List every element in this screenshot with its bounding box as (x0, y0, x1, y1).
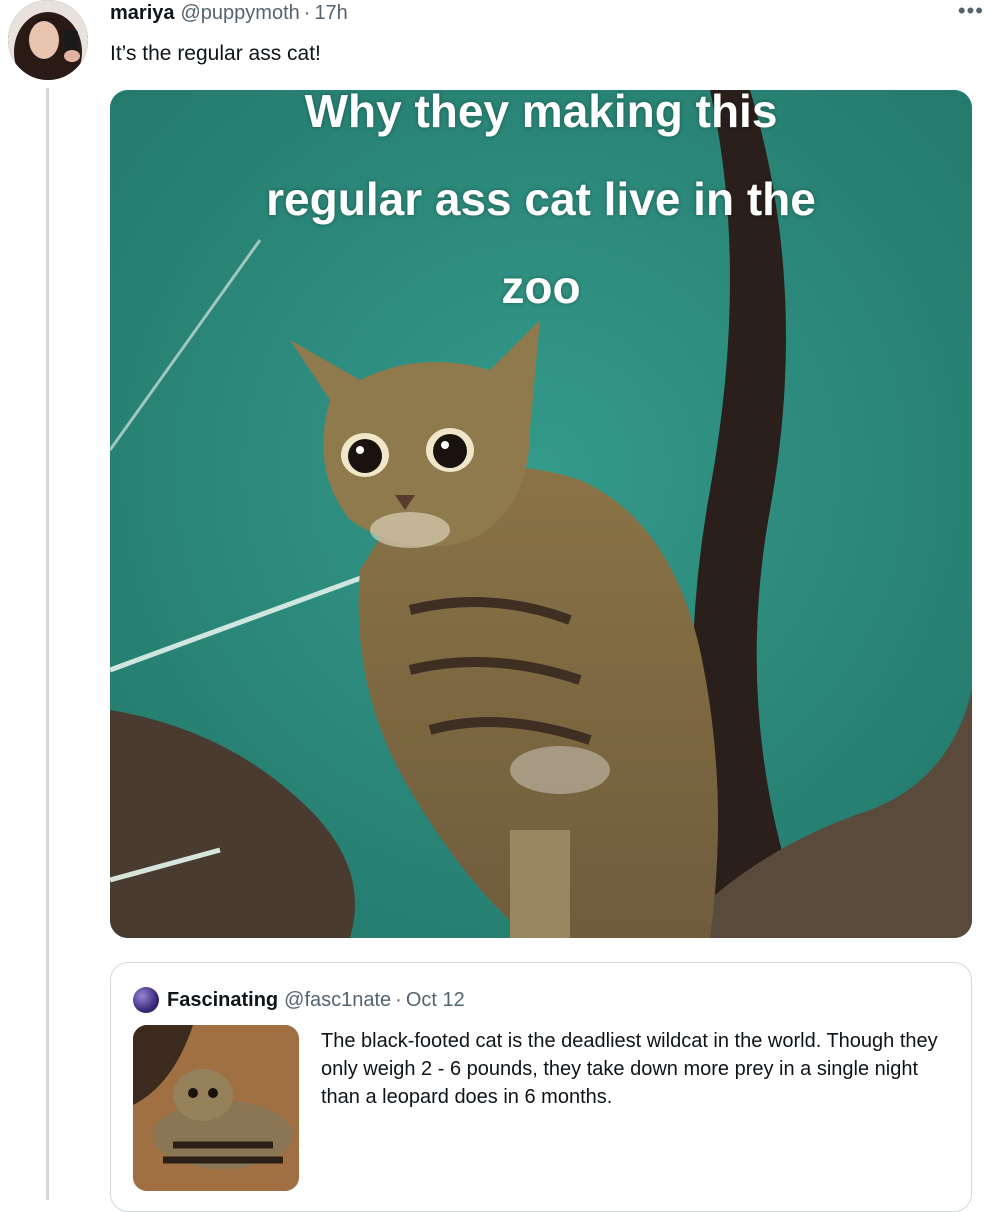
thread-line (46, 88, 49, 1200)
avatar[interactable] (8, 0, 88, 80)
tweet-header: mariya @puppymoth · 17h (110, 2, 960, 32)
quote-text: The black-footed cat is the deadliest wi… (321, 1030, 938, 1108)
quote-date[interactable]: Oct 12 (406, 989, 465, 1012)
avatar-image (8, 0, 88, 80)
quote-header: Fascinating @fasc1nate · Oct 12 (133, 987, 465, 1013)
timestamp[interactable]: 17h (314, 2, 347, 25)
quote-avatar[interactable] (133, 987, 159, 1013)
caption-line-2: regular ass cat live in the (266, 173, 816, 225)
quote-display-name[interactable]: Fascinating (167, 989, 278, 1012)
separator: · (303, 2, 311, 24)
display-name[interactable]: mariya (110, 2, 175, 25)
more-icon[interactable]: ••• (958, 0, 984, 22)
quote-handle[interactable]: @fasc1nate (284, 989, 391, 1012)
wildcat-thumbnail-image (133, 1025, 299, 1191)
quote-thumbnail[interactable] (133, 1025, 299, 1191)
caption-line-1: Why they making this (304, 90, 778, 137)
quote-tweet[interactable]: Fascinating @fasc1nate · Oct 12 The blac… (110, 962, 972, 1212)
user-handle[interactable]: @puppymoth (181, 2, 300, 25)
quote-separator: · (395, 988, 402, 1011)
tweet-text: It’s the regular ass cat! (110, 42, 321, 65)
tweet-media[interactable]: Why they making this regular ass cat liv… (110, 90, 972, 938)
caption-line-3: zoo (501, 261, 581, 313)
